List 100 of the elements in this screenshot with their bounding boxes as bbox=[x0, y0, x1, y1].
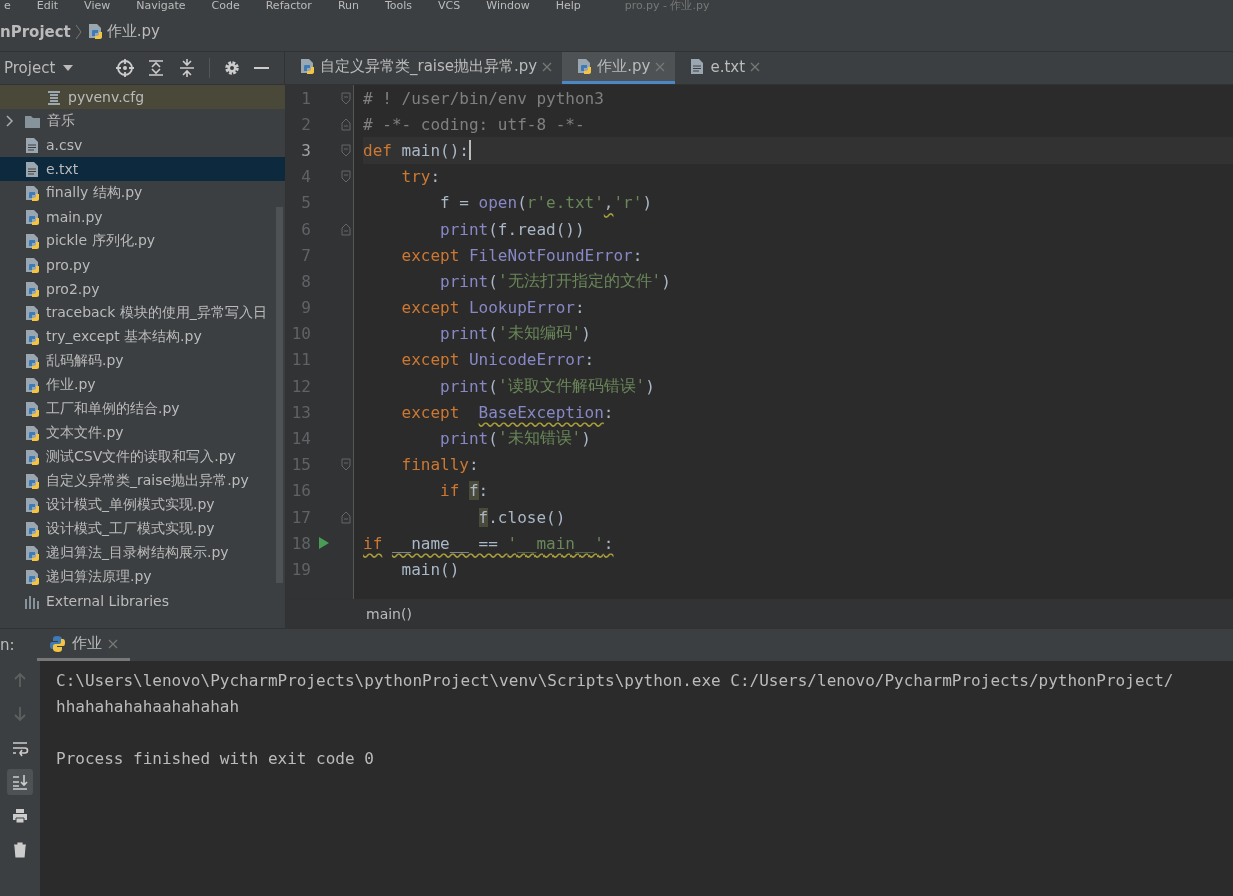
config-file-icon bbox=[46, 88, 62, 106]
breadcrumb-item[interactable]: 作业.py bbox=[106, 22, 160, 41]
code-line: except UnicodeError: bbox=[400, 349, 596, 372]
menu-item[interactable]: Refactor bbox=[265, 0, 312, 12]
soft-wrap-icon bbox=[11, 739, 29, 757]
tree-row[interactable]: External Libraries bbox=[0, 589, 285, 613]
fold-icon bbox=[341, 117, 351, 131]
code-line: # ! /user/bin/env python3 bbox=[363, 87, 605, 110]
code-line: main() bbox=[400, 558, 461, 581]
run-tab[interactable]: 作业 bbox=[36, 629, 130, 661]
menu-item[interactable]: View bbox=[84, 0, 111, 12]
tree-row[interactable]: pickle 序列化.py bbox=[0, 229, 285, 253]
code-line: finally: bbox=[400, 454, 480, 477]
tree-row[interactable]: pro2.py bbox=[0, 277, 285, 301]
python-file-icon bbox=[24, 544, 40, 562]
menu-item[interactable]: Run bbox=[337, 0, 359, 12]
tree-row[interactable]: try_except 基本结构.py bbox=[0, 325, 285, 349]
python-file-icon bbox=[24, 304, 40, 322]
tree-row[interactable]: 递归算法原理.py bbox=[0, 565, 285, 589]
menu-item[interactable]: Help bbox=[555, 0, 581, 12]
file-name: traceback 模块的使用_异常写入日 bbox=[46, 304, 267, 322]
file-name: 递归算法原理.py bbox=[46, 568, 152, 586]
run-label: n: bbox=[0, 636, 15, 654]
menu-item[interactable]: e bbox=[4, 0, 11, 12]
tree-row[interactable]: main.py bbox=[0, 205, 285, 229]
tree-row[interactable]: 设计模式_工厂模式实现.py bbox=[0, 517, 285, 541]
scroll-to-end-icon bbox=[11, 773, 29, 791]
tree-row[interactable]: 自定义异常类_raise抛出异常.py bbox=[0, 469, 285, 493]
tree-row[interactable]: e.txt bbox=[0, 157, 285, 181]
menu-item[interactable]: Tools bbox=[384, 0, 413, 12]
menu-item[interactable]: Edit bbox=[36, 0, 59, 12]
code-line: if f: bbox=[439, 480, 490, 503]
tree-row[interactable]: pyvenv.cfg bbox=[0, 85, 285, 109]
tree-row[interactable]: 设计模式_单例模式实现.py bbox=[0, 493, 285, 517]
python-file-icon bbox=[24, 520, 40, 538]
code-line: except LookupError: bbox=[400, 297, 586, 320]
run-icon bbox=[319, 537, 329, 550]
tree-row[interactable]: 音乐 bbox=[0, 109, 285, 133]
console-line: Process finished with exit code 0 bbox=[56, 747, 375, 770]
file-name: 设计模式_单例模式实现.py bbox=[46, 496, 215, 514]
python-icon bbox=[48, 634, 66, 653]
breadcrumb-item[interactable]: nProject bbox=[0, 22, 71, 41]
file-name: 自定义异常类_raise抛出异常.py bbox=[46, 472, 249, 490]
file-name: pro2.py bbox=[46, 281, 100, 297]
tree-row[interactable]: 递归算法_目录树结构展示.py bbox=[0, 541, 285, 565]
tree-row[interactable]: traceback 模块的使用_异常写入日 bbox=[0, 301, 285, 325]
file-name: main.py bbox=[46, 209, 103, 225]
delete-icon bbox=[11, 841, 29, 859]
text-file-icon bbox=[24, 136, 40, 154]
python-file-icon bbox=[24, 208, 40, 226]
menu-item[interactable]: Code bbox=[211, 0, 240, 12]
tree-row[interactable]: 测试CSV文件的读取和写入.py bbox=[0, 445, 285, 469]
tree-row[interactable]: finally 结构.py bbox=[0, 181, 285, 205]
code-line: print('读取文件解码错误') bbox=[439, 374, 656, 398]
editor-tab[interactable]: 作业.py bbox=[562, 52, 676, 84]
menu-item[interactable]: Navigate bbox=[136, 0, 186, 12]
python-file-icon bbox=[24, 280, 40, 298]
tree-row[interactable]: a.csv bbox=[0, 133, 285, 157]
menu-item[interactable]: Window bbox=[486, 0, 530, 12]
file-name: 设计模式_工厂模式实现.py bbox=[46, 520, 215, 538]
code-line: print('未知错误') bbox=[439, 427, 592, 451]
fold-icon bbox=[341, 458, 351, 472]
python-file-icon bbox=[24, 568, 40, 586]
menu-item[interactable]: VCS bbox=[438, 0, 461, 12]
file-name: 测试CSV文件的读取和写入.py bbox=[46, 448, 236, 466]
collapse-all-icon bbox=[178, 59, 197, 77]
text-file-icon bbox=[24, 160, 40, 178]
code-line: f.close() bbox=[477, 506, 567, 529]
line-number: 3 bbox=[300, 140, 311, 160]
close-icon bbox=[655, 61, 666, 72]
file-name: e.txt bbox=[46, 161, 79, 177]
file-name: try_except 基本结构.py bbox=[46, 328, 202, 346]
tree-row[interactable]: 工厂和单例的结合.py bbox=[0, 397, 285, 421]
python-file-icon bbox=[299, 58, 315, 75]
project-view-dropdown[interactable]: Project bbox=[4, 59, 74, 77]
tree-row[interactable]: 文本文件.py bbox=[0, 421, 285, 445]
python-file-icon bbox=[86, 23, 103, 40]
code-line: try: bbox=[400, 166, 442, 189]
file-name: a.csv bbox=[46, 137, 83, 153]
tree-row[interactable]: 作业.py bbox=[0, 373, 285, 397]
code-line: except FileNotFoundError: bbox=[400, 244, 644, 267]
editor-tab[interactable]: 自定义异常类_raise抛出异常.py bbox=[285, 52, 563, 84]
python-file-icon bbox=[24, 424, 40, 442]
tree-row[interactable]: pro.py bbox=[0, 253, 285, 277]
code-breadcrumb[interactable]: main() bbox=[366, 606, 412, 622]
expand-all-icon bbox=[147, 59, 166, 77]
python-file-icon bbox=[24, 448, 40, 466]
text-file-icon bbox=[689, 58, 706, 75]
python-file-icon bbox=[24, 376, 40, 394]
scroll-to-end-button[interactable] bbox=[7, 769, 33, 795]
fold-icon bbox=[341, 143, 351, 157]
file-name: finally 结构.py bbox=[46, 184, 143, 202]
fold-icon bbox=[341, 222, 351, 236]
chevron-icon bbox=[74, 23, 83, 40]
file-name: 文本文件.py bbox=[46, 424, 124, 442]
fold-icon bbox=[341, 170, 351, 184]
close-icon bbox=[542, 61, 553, 72]
tree-row[interactable]: 乱码解码.py bbox=[0, 349, 285, 373]
editor-tab[interactable]: e.txt bbox=[675, 52, 771, 84]
file-name: 工厂和单例的结合.py bbox=[46, 400, 180, 418]
